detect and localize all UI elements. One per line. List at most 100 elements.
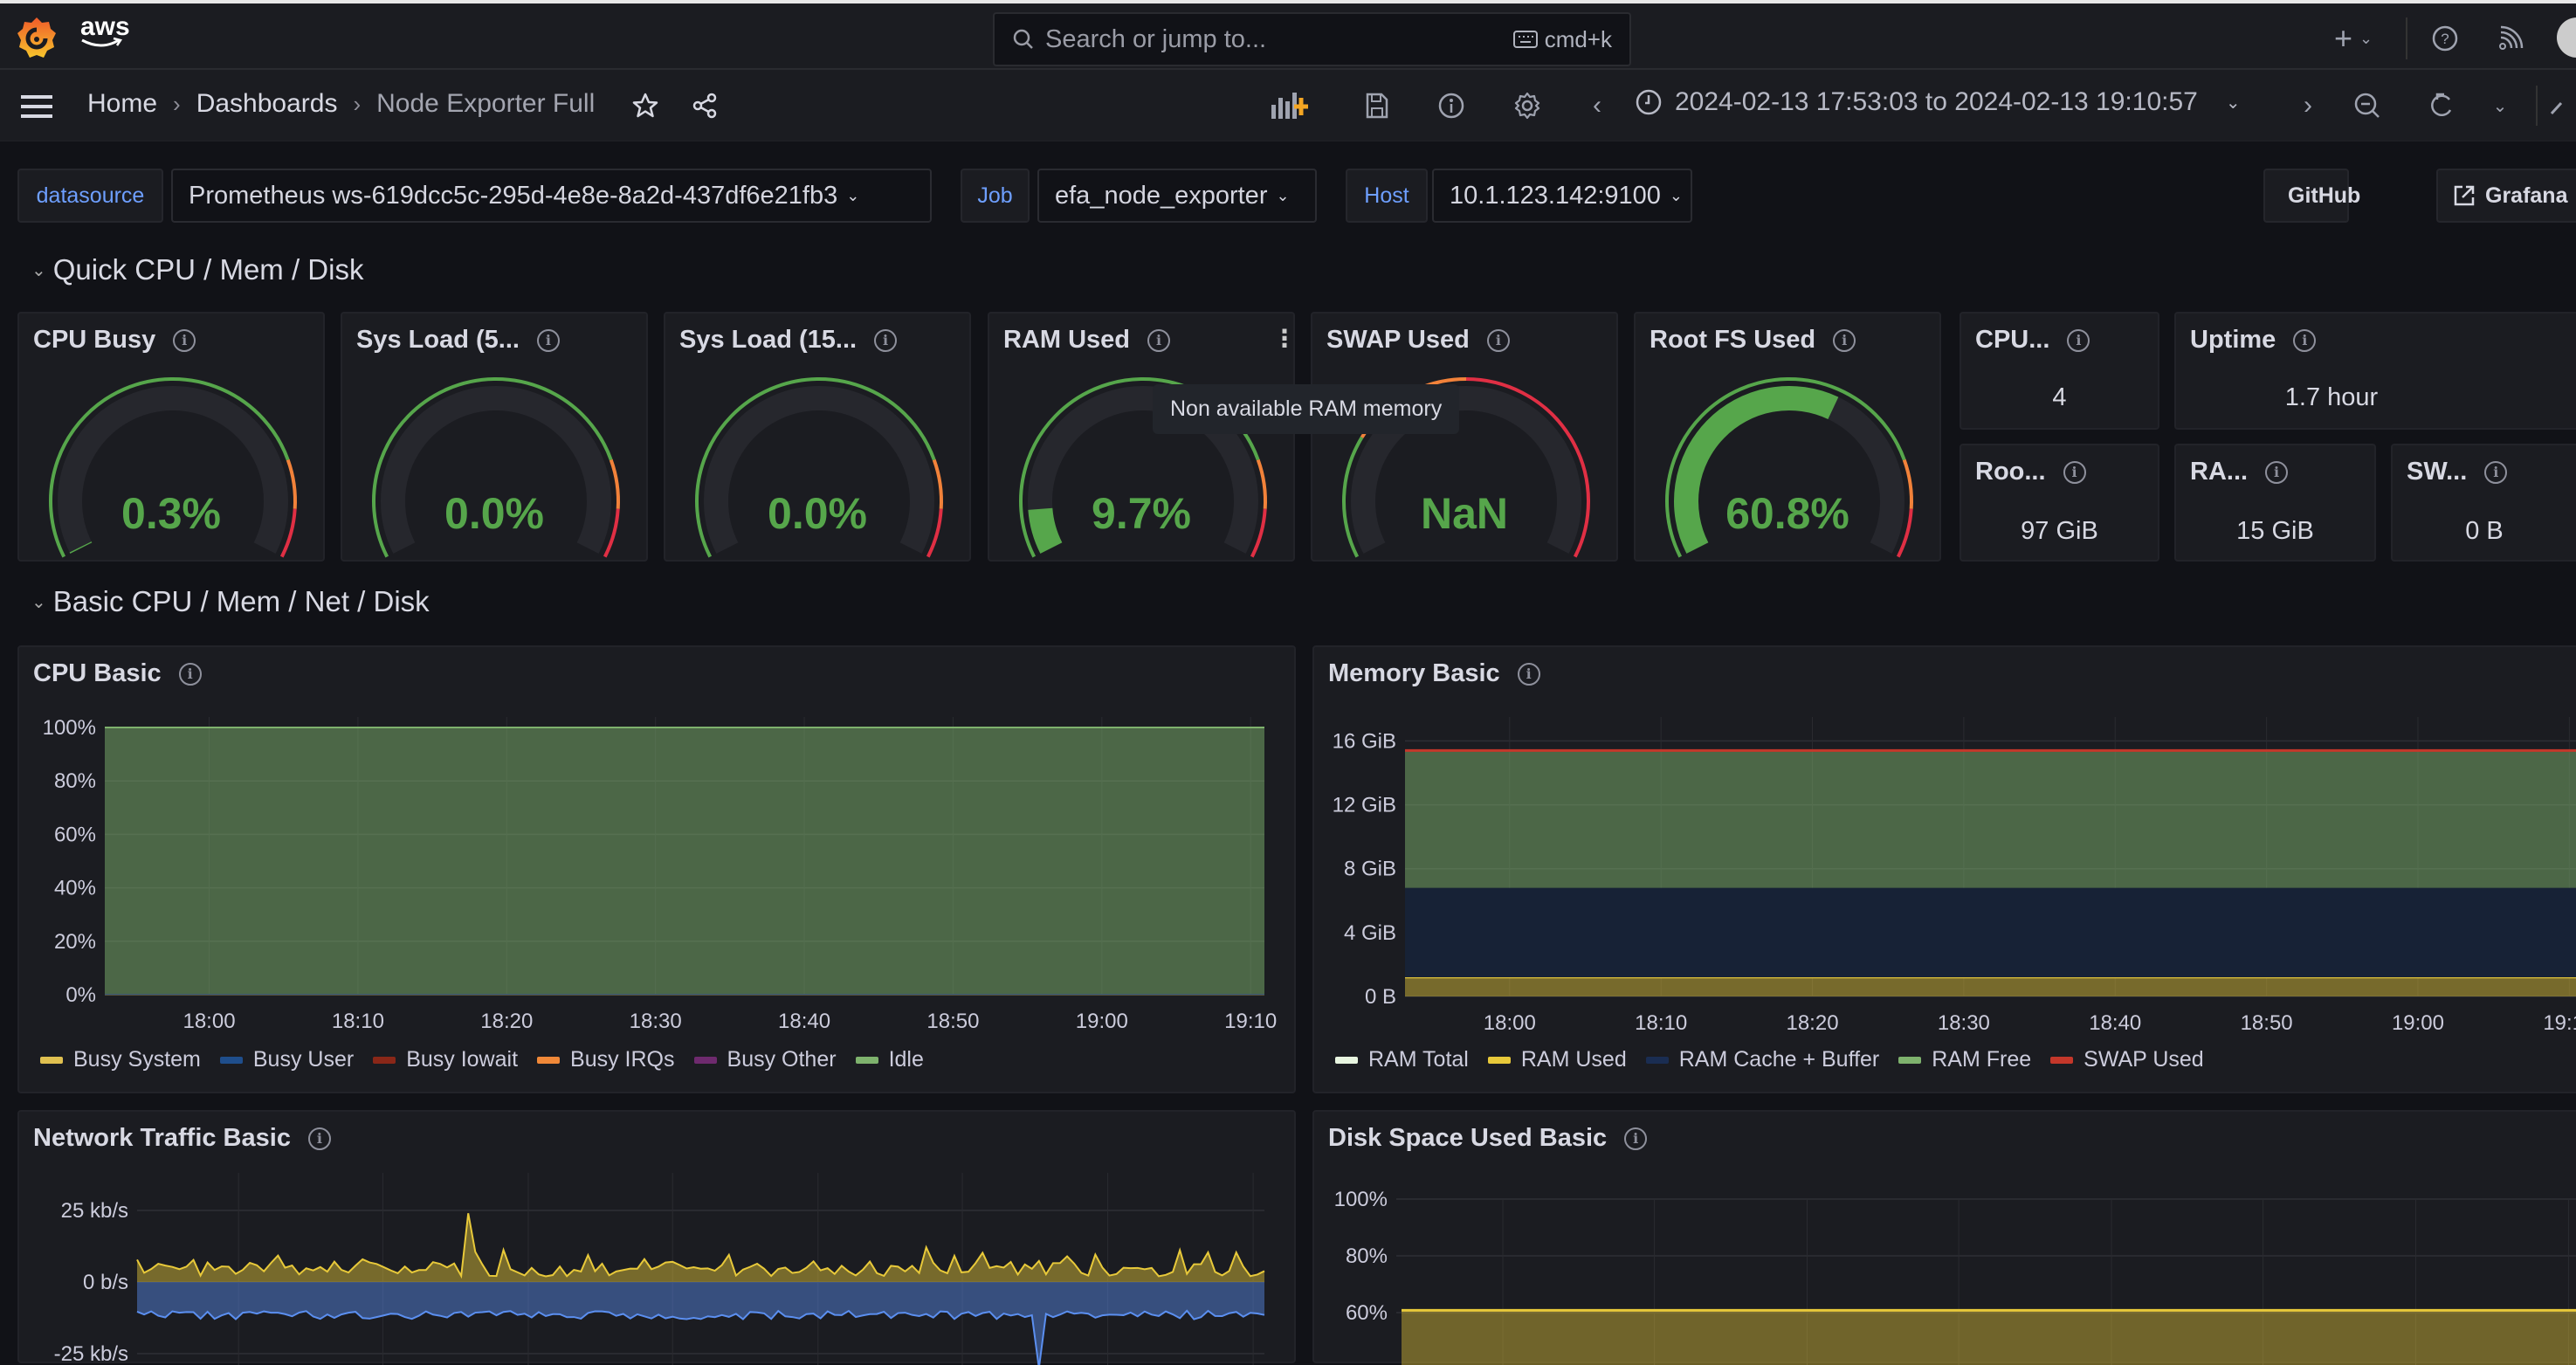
zoom-out-icon: [2354, 93, 2380, 118]
breadcrumb-dashboards[interactable]: Dashboards: [196, 89, 338, 119]
legend-item[interactable]: Busy Other: [693, 1047, 837, 1072]
info-icon[interactable]: i: [2484, 460, 2508, 484]
host-select[interactable]: 10.1.123.142:9100 ⌄: [1432, 169, 1692, 223]
y-tick-label: 20%: [54, 930, 96, 954]
rss-icon: [2499, 25, 2524, 50]
chevron-down-icon: ⌄: [1669, 186, 1683, 204]
x-tick-label: 19:00: [2392, 1011, 2444, 1035]
chevron-left-icon: ‹: [1593, 91, 1601, 120]
refresh-button[interactable]: [2423, 87, 2460, 124]
add-new-button[interactable]: + ⌄: [2323, 20, 2384, 56]
time-range-text: 2024-02-13 17:53:03 to 2024-02-13 19:10:…: [1675, 87, 2198, 116]
menu-button[interactable]: [17, 89, 56, 124]
stat-value: 15 GiB: [2236, 517, 2314, 545]
legend-item[interactable]: Busy System: [40, 1047, 201, 1072]
zoom-out-button[interactable]: [2349, 87, 2386, 124]
job-value: efa_node_exporter: [1055, 181, 1268, 210]
info-icon[interactable]: i: [1147, 328, 1171, 352]
search-input[interactable]: Search or jump to... cmd+k: [993, 12, 1631, 66]
legend-item[interactable]: RAM Total: [1335, 1047, 1469, 1072]
datasource-select[interactable]: Prometheus ws-619dcc5c-295d-4e8e-8a2d-43…: [171, 169, 932, 223]
info-icon[interactable]: i: [874, 328, 898, 352]
legend-item[interactable]: RAM Free: [1898, 1047, 2031, 1072]
y-tick-label: 12 GiB: [1333, 794, 1396, 817]
legend-item[interactable]: RAM Cache + Buffer: [1645, 1047, 1879, 1072]
panel-title: Uptime: [2190, 326, 2276, 354]
dashboard-info-button[interactable]: [1433, 87, 1470, 124]
x-tick-label: 18:10: [332, 1010, 384, 1033]
legend-item[interactable]: Idle: [855, 1047, 924, 1072]
grafana-link[interactable]: Grafana: [2436, 169, 2576, 223]
legend-item[interactable]: RAM Used: [1487, 1047, 1627, 1072]
gauge-panel: Sys Load (5... i 0.0%: [341, 312, 648, 562]
datasource-value: Prometheus ws-619dcc5c-295d-4e8e-8a2d-43…: [189, 181, 838, 210]
grafana-logo-icon[interactable]: [16, 16, 58, 65]
panel-network-traffic-basic: Network Traffic Basic i -25 kb/s 0 b/s 25 k…: [17, 1110, 1298, 1365]
add-panel-button[interactable]: [1268, 87, 1315, 124]
time-forward-button[interactable]: ›: [2295, 87, 2321, 124]
news-button[interactable]: [2493, 21, 2528, 56]
x-tick-label: 18:00: [183, 1010, 235, 1033]
net-area-recv: [137, 1213, 1264, 1282]
refresh-interval-dropdown[interactable]: ⌄: [2487, 87, 2513, 124]
breadcrumb-home[interactable]: Home: [87, 89, 157, 119]
gauge-value: 0.3%: [121, 489, 221, 538]
github-link[interactable]: GitHub: [2263, 169, 2360, 223]
info-icon[interactable]: i: [173, 328, 196, 352]
memory-basic-chart[interactable]: 0 B 4 GiB 8 GiB 12 GiB 16 GiB 18:00 18:10 18:20…: [1314, 647, 2576, 1095]
y-tick-label: 8 GiB: [1344, 858, 1396, 881]
mem-area-cache-buffer: [1405, 887, 2576, 978]
star-icon: [632, 93, 658, 118]
legend-swatch: [219, 1056, 243, 1064]
help-button[interactable]: ?: [2428, 21, 2462, 56]
divider: [2406, 17, 2407, 59]
host-value: 10.1.123.142:9100: [1450, 181, 1661, 210]
panel-menu-icon[interactable]: ⋮: [1272, 324, 1297, 353]
save-button[interactable]: [1359, 87, 1395, 124]
legend-item[interactable]: Busy User: [219, 1047, 355, 1072]
cpu-basic-chart[interactable]: 0% 20% 40% 60% 80% 100% 18:00 18:10 18:20 18:30 18…: [19, 647, 1298, 1095]
breadcrumb-separator: ›: [353, 90, 362, 117]
star-button[interactable]: [627, 87, 664, 124]
gauge-panel: CPU Busy i 0.3%: [17, 312, 325, 562]
panel-title: SWAP Used: [1326, 326, 1470, 354]
y-tick-label: 16 GiB: [1333, 729, 1396, 753]
gauge-value-arc: [69, 541, 93, 554]
info-icon[interactable]: i: [536, 328, 560, 352]
y-tick-label: 0 B: [1365, 985, 1396, 1009]
info-icon[interactable]: i: [2293, 328, 2317, 352]
save-icon: [1366, 93, 1388, 119]
info-icon[interactable]: i: [2067, 328, 2090, 352]
legend-swatch: [2050, 1056, 2074, 1064]
info-icon[interactable]: i: [2063, 460, 2086, 484]
info-icon: [1438, 93, 1464, 119]
dashboard-toolbar: Home › Dashboards › Node Exporter Full ‹…: [0, 70, 2576, 141]
row-basic-cpu-mem-net-disk[interactable]: ⌄ Basic CPU / Mem / Net / Disk: [31, 585, 430, 618]
time-range-picker[interactable]: 2024-02-13 17:53:03 to 2024-02-13 19:10:…: [1635, 87, 2241, 117]
settings-button[interactable]: [1509, 87, 1546, 124]
mem-area-ram-used: [1405, 977, 2576, 996]
share-button[interactable]: [686, 87, 723, 124]
info-icon[interactable]: i: [1486, 328, 1510, 352]
network-traffic-chart[interactable]: -25 kb/s 0 b/s 25 kb/s: [19, 1112, 1298, 1365]
legend-item[interactable]: Busy IRQs: [537, 1047, 675, 1072]
collapse-button[interactable]: [2545, 87, 2576, 124]
legend-swatch: [1898, 1056, 1922, 1064]
time-back-button[interactable]: ‹: [1584, 87, 1610, 124]
cpu-basic-legend: Busy System Busy User Busy Iowait Busy IRQs…: [40, 1047, 924, 1072]
y-tick-label: 100%: [43, 716, 96, 740]
job-select[interactable]: efa_node_exporter ⌄: [1037, 169, 1317, 223]
chevron-down-icon: ⌄: [31, 260, 46, 280]
net-line-trans: [136, 1309, 1265, 1365]
y-tick-label: 60%: [54, 823, 96, 846]
legend-label: Busy User: [252, 1047, 355, 1072]
legend-item[interactable]: SWAP Used: [2050, 1047, 2204, 1072]
info-icon[interactable]: i: [2265, 460, 2289, 484]
row-quick-cpu-mem-disk[interactable]: ⌄ Quick CPU / Mem / Disk: [31, 253, 363, 286]
avatar[interactable]: [2557, 17, 2576, 58]
legend-label: Busy IRQs: [570, 1047, 675, 1072]
info-icon[interactable]: i: [1833, 328, 1856, 352]
y-tick-label: 80%: [54, 769, 96, 793]
disk-space-chart[interactable]: 60% 80% 100%: [1314, 1112, 2576, 1365]
legend-item[interactable]: Busy Iowait: [373, 1047, 518, 1072]
